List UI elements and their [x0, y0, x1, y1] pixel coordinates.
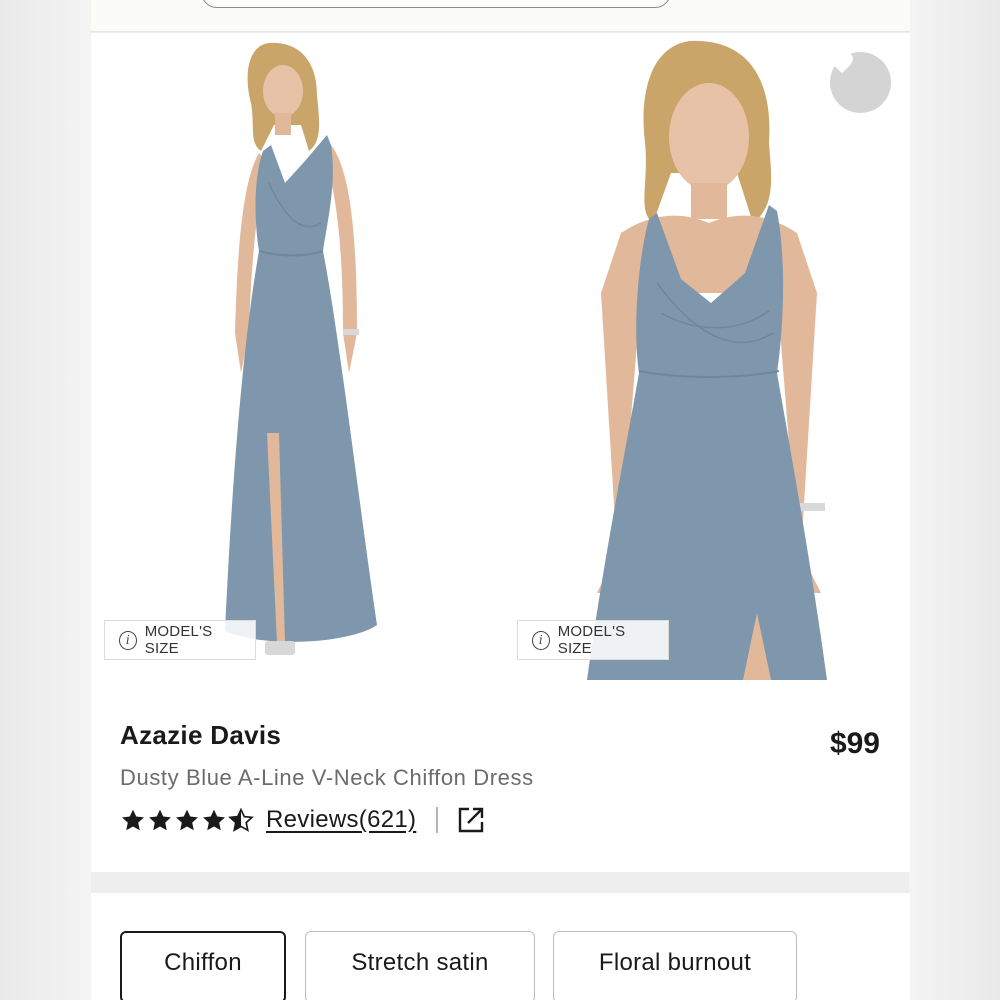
- product-photo-full-length[interactable]: [91, 33, 501, 680]
- star-half-icon: [228, 807, 254, 832]
- model-full-length-image: [225, 42, 377, 655]
- app-screen: i MODEL'S SIZE i MODEL'S SIZE Azazie Dav…: [0, 0, 1000, 1000]
- model-close-up-image: [587, 40, 827, 680]
- heart-icon: [831, 53, 853, 73]
- rating-row: Reviews(621): [120, 803, 486, 837]
- favorite-button[interactable]: [830, 52, 891, 113]
- product-price: $99: [829, 727, 880, 760]
- fabric-selector: Chiffon Stretch satin Floral burnout: [91, 893, 910, 1000]
- product-card: i MODEL'S SIZE i MODEL'S SIZE Azazie Dav…: [91, 33, 910, 872]
- model-size-button[interactable]: i MODEL'S SIZE: [517, 620, 669, 660]
- star-rating: [120, 807, 254, 833]
- page-margin-left: [0, 0, 91, 1000]
- fabric-option-stretch-satin[interactable]: Stretch satin: [305, 931, 535, 1000]
- external-link-icon[interactable]: [456, 805, 486, 835]
- divider: [436, 807, 439, 833]
- product-photo-close-up[interactable]: [501, 33, 910, 680]
- product-gallery[interactable]: i MODEL'S SIZE i MODEL'S SIZE: [91, 33, 910, 680]
- model-size-label: MODEL'S SIZE: [557, 623, 626, 657]
- reviews-link[interactable]: Reviews(621): [266, 806, 416, 834]
- model-size-label: MODEL'S SIZE: [144, 623, 213, 657]
- search-bar[interactable]: [201, 0, 671, 8]
- product-title: Dusty Blue A-Line V-Neck Chiffon Dress: [120, 765, 534, 790]
- fabric-option-floral-burnout[interactable]: Floral burnout: [553, 931, 797, 1000]
- star-icon: [176, 809, 198, 830]
- info-icon: i: [119, 630, 137, 650]
- product-brand: Azazie Davis: [120, 720, 282, 750]
- info-icon: i: [532, 630, 550, 650]
- page-margin-right: [909, 0, 1000, 1000]
- star-icon: [122, 809, 144, 830]
- star-icon: [149, 809, 171, 830]
- model-size-button[interactable]: i MODEL'S SIZE: [104, 620, 256, 660]
- fabric-option-chiffon[interactable]: Chiffon: [120, 931, 286, 1000]
- header-bar: [91, 0, 910, 32]
- star-icon: [203, 809, 225, 830]
